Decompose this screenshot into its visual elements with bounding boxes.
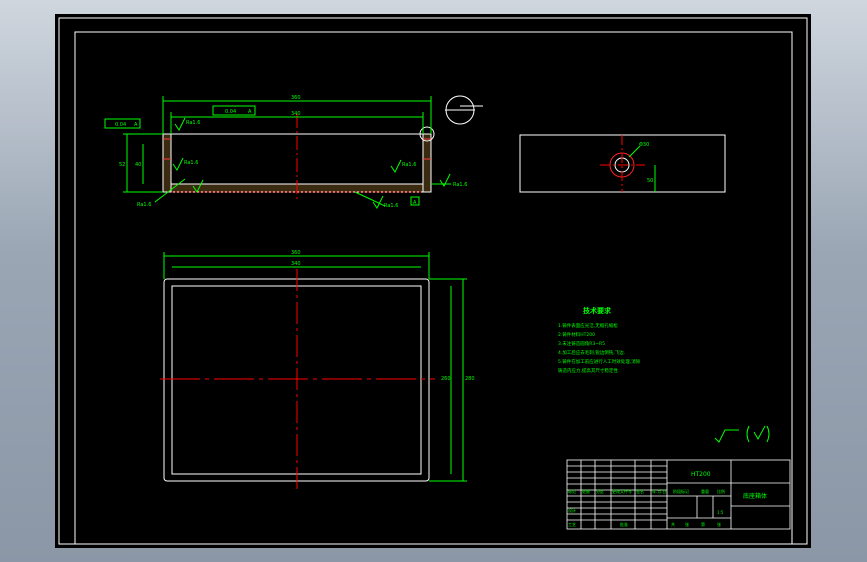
plan-view-labels: 360 340 280 260 [291, 250, 475, 382]
part-name: 底座箱体 [743, 492, 767, 500]
drawing-canvas: 360 340 0.04 A 0.04 A 52 40 Ra1.6 Ra1.6 … [58, 17, 808, 545]
inner-frame [74, 31, 793, 545]
tol1-datum: A [134, 122, 138, 128]
paren-right [766, 425, 770, 443]
dim-height: 52 [119, 162, 125, 168]
designer-label: 设计 [568, 507, 576, 513]
hole-offset: 50 [647, 178, 653, 184]
drawing-sheet: 360 340 0.04 A 0.04 A 52 40 Ra1.6 Ra1.6 … [55, 14, 811, 548]
title-block-text: HT200 底座箱体 标记 处数 分区 更改文件号 签名 年.月.日 阶段标记 … [568, 471, 767, 527]
tb-label: 处数 [582, 488, 590, 494]
sheet-label: 共 [671, 521, 675, 527]
tb-label: 分区 [596, 488, 604, 494]
plan-w: 360 [291, 250, 301, 256]
tech-note: 5.铸件在加工前应进行人工时效处理,消除 [558, 358, 641, 365]
technical-requirements: 技术要求 1.铸件表面应光洁,无缩孔缩松 2.铸件材料HT200 3.未注铸造圆… [558, 306, 641, 374]
sheet-label: 第 [701, 521, 705, 527]
rough-label: Ra1.6 [384, 203, 398, 209]
rough-label: Ra1.6 [453, 182, 467, 188]
check-symbol [753, 425, 766, 441]
tech-note: 4.加工后应去毛刺,锐边倒钝,飞边. [558, 349, 625, 356]
plan-view [160, 252, 467, 489]
datum-label: A [413, 200, 417, 206]
roughness-symbol [714, 429, 739, 443]
material-label: HT200 [691, 471, 711, 478]
process-label: 工艺 [568, 522, 576, 527]
rough-label: Ra1.6 [402, 162, 416, 168]
dim-top-inner: 340 [291, 111, 301, 117]
rough-label: Ra1.6 [137, 202, 151, 208]
side-view-labels: Φ30 50 [639, 142, 653, 184]
approve-label: 批准 [620, 521, 628, 527]
roughness-symbol [174, 117, 186, 131]
sheet-label: 张 [717, 521, 721, 527]
plan-h: 280 [465, 376, 475, 382]
tech-note: 3.未注铸造圆角R3~R5 [558, 340, 605, 347]
paren-left [746, 425, 750, 443]
weight-label: 重量 [701, 488, 709, 494]
plan-h2: 260 [441, 376, 451, 382]
tb-label: 签名 [636, 488, 644, 494]
hole-diameter: Φ30 [639, 142, 649, 148]
tol2-value: 0.04 [225, 109, 236, 115]
outer-border [58, 17, 808, 545]
general-roughness [714, 425, 770, 443]
tech-note: 2.铸件材料HT200 [558, 331, 595, 338]
dim-top-overall: 360 [291, 95, 301, 101]
scale-value: 1:5 [717, 510, 724, 515]
tol2-datum: A [248, 109, 252, 115]
roughness-symbol [172, 157, 184, 171]
tol1-value: 0.04 [115, 122, 126, 128]
leader-line [354, 191, 386, 207]
tech-title: 技术要求 [583, 306, 612, 315]
sheet-label: 张 [685, 521, 689, 527]
dim-height2: 40 [135, 162, 141, 168]
tech-note: 1.铸件表面应光洁,无缩孔缩松 [558, 322, 618, 329]
stage-label: 阶段标记 [673, 488, 689, 494]
tb-label: 年.月.日 [652, 488, 667, 494]
scale-label: 比例 [717, 488, 725, 494]
left-wall [162, 133, 172, 193]
right-wall [422, 133, 432, 193]
roughness-symbol [390, 159, 402, 173]
detail-view [445, 95, 483, 125]
tb-label: 标记 [568, 488, 576, 494]
plan-w2: 340 [291, 261, 301, 267]
cad-viewport[interactable]: 360 340 0.04 A 0.04 A 52 40 Ra1.6 Ra1.6 … [0, 0, 867, 562]
tech-note: 铸造内应力,提高其尺寸稳定性. [558, 367, 619, 374]
side-view [519, 134, 726, 193]
rough-label: Ra1.6 [186, 120, 200, 126]
front-section-view [104, 96, 451, 209]
rough-label: Ra1.6 [184, 160, 198, 166]
roughness-symbol [372, 195, 384, 209]
tb-label: 更改文件号 [612, 488, 632, 494]
